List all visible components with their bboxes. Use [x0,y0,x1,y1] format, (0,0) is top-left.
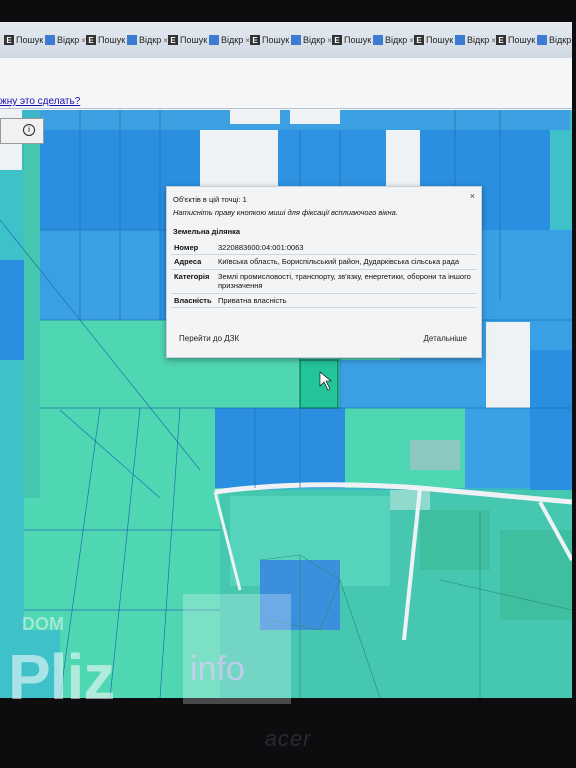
map-tool-button[interactable]: i [0,118,44,144]
globe-icon [455,35,465,45]
details-button[interactable]: Детальніше [423,334,467,348]
globe-icon [537,35,547,45]
table-row: Категорія Землі промисловості, транспорт… [171,269,477,294]
monitor-brand-logo: acer [264,726,312,751]
browser-tab[interactable]: Відкр× [209,30,250,50]
row-value-number: 3220883600:04:001:0063 [215,241,477,256]
row-key-number: Номер [171,241,215,256]
tab-label: Відкр [385,35,408,45]
tab-label: Пошук [344,35,372,45]
watermark-small: DOM [22,614,64,634]
tab-label: Пошук [180,35,208,45]
e-app-icon: E [332,35,342,45]
popup-hint: Натисніть праву кнопкою миші для фіксаці… [173,208,398,217]
e-app-icon: E [168,35,178,45]
tab-label: Відкр [303,35,326,45]
row-value-ownership: Приватна власність [215,293,477,308]
row-key-category: Категорія [171,269,215,294]
tab-label: Пошук [16,35,44,45]
e-app-icon: E [250,35,260,45]
tab-label: Відкр [549,35,572,45]
e-app-icon: E [86,35,96,45]
browser-tab[interactable]: Відкр× [373,30,414,50]
globe-icon [291,35,301,45]
browser-tab[interactable]: Відкр× [45,30,86,50]
e-app-icon: E [496,35,506,45]
browser-tab[interactable]: EПошук× [86,30,132,50]
watermark-suffix: info [190,650,245,688]
goto-dzk-button[interactable]: Перейти до ДЗК [179,334,239,348]
e-app-icon: E [414,35,424,45]
row-value-address: Київська область, Бориспільський район, … [215,254,477,270]
tab-label: Відкр [57,35,80,45]
globe-icon [45,35,55,45]
section-title: Земельна ділянка [173,227,241,236]
browser-tab[interactable]: Відкр× [291,30,332,50]
tab-label: Пошук [508,35,536,45]
table-row: Власність Приватна власність [171,293,477,308]
browser-tab[interactable]: EПошук× [4,30,50,50]
tab-label: Відкр [467,35,490,45]
browser-tab[interactable]: EПошук× [250,30,296,50]
tab-label: Пошук [98,35,126,45]
browser-tab[interactable]: EПошук× [414,30,460,50]
parcel-table: Номер 3220883600:04:001:0063 Адреса Київ… [171,241,477,308]
tab-label: Відкр [221,35,244,45]
info-icon: i [23,124,35,136]
browser-tab[interactable]: EПошук× [332,30,378,50]
watermark-logo: Pliz [8,641,115,713]
row-key-ownership: Власність [171,293,215,308]
page-header: жну это сделать? [0,58,572,110]
globe-icon [127,35,137,45]
header-divider [0,108,572,109]
browser-tab-bar: EПошук×Відкр×EПошук×Відкр×EПошук×Відкр×E… [0,22,572,59]
help-link[interactable]: жну это сделать? [0,96,80,107]
e-app-icon: E [4,35,14,45]
row-value-category: Землі промисловості, транспорту, зв'язку… [215,269,477,294]
monitor-bezel: EПошук×Відкр×EПошук×Відкр×EПошук×Відкр×E… [0,0,576,768]
tab-label: Пошук [262,35,290,45]
browser-tab[interactable]: EПошук× [496,30,542,50]
globe-icon [209,35,219,45]
table-row: Номер 3220883600:04:001:0063 [171,241,477,256]
browser-tab[interactable]: Відкр× [537,30,572,50]
parcel-info-popup: × Об'єктів в цій точці: 1 Натисніть прав… [166,186,482,358]
row-key-address: Адреса [171,254,215,270]
table-row: Адреса Київська область, Бориспільський … [171,254,477,270]
browser-tab[interactable]: Відкр× [127,30,168,50]
tab-label: Відкр [139,35,162,45]
tab-label: Пошук [426,35,454,45]
browser-tab[interactable]: Відкр× [455,30,496,50]
close-icon[interactable]: × [470,191,475,201]
globe-icon [373,35,383,45]
browser-tab[interactable]: EПошук× [168,30,214,50]
objects-count: Об'єктів в цій точці: 1 [173,195,247,204]
